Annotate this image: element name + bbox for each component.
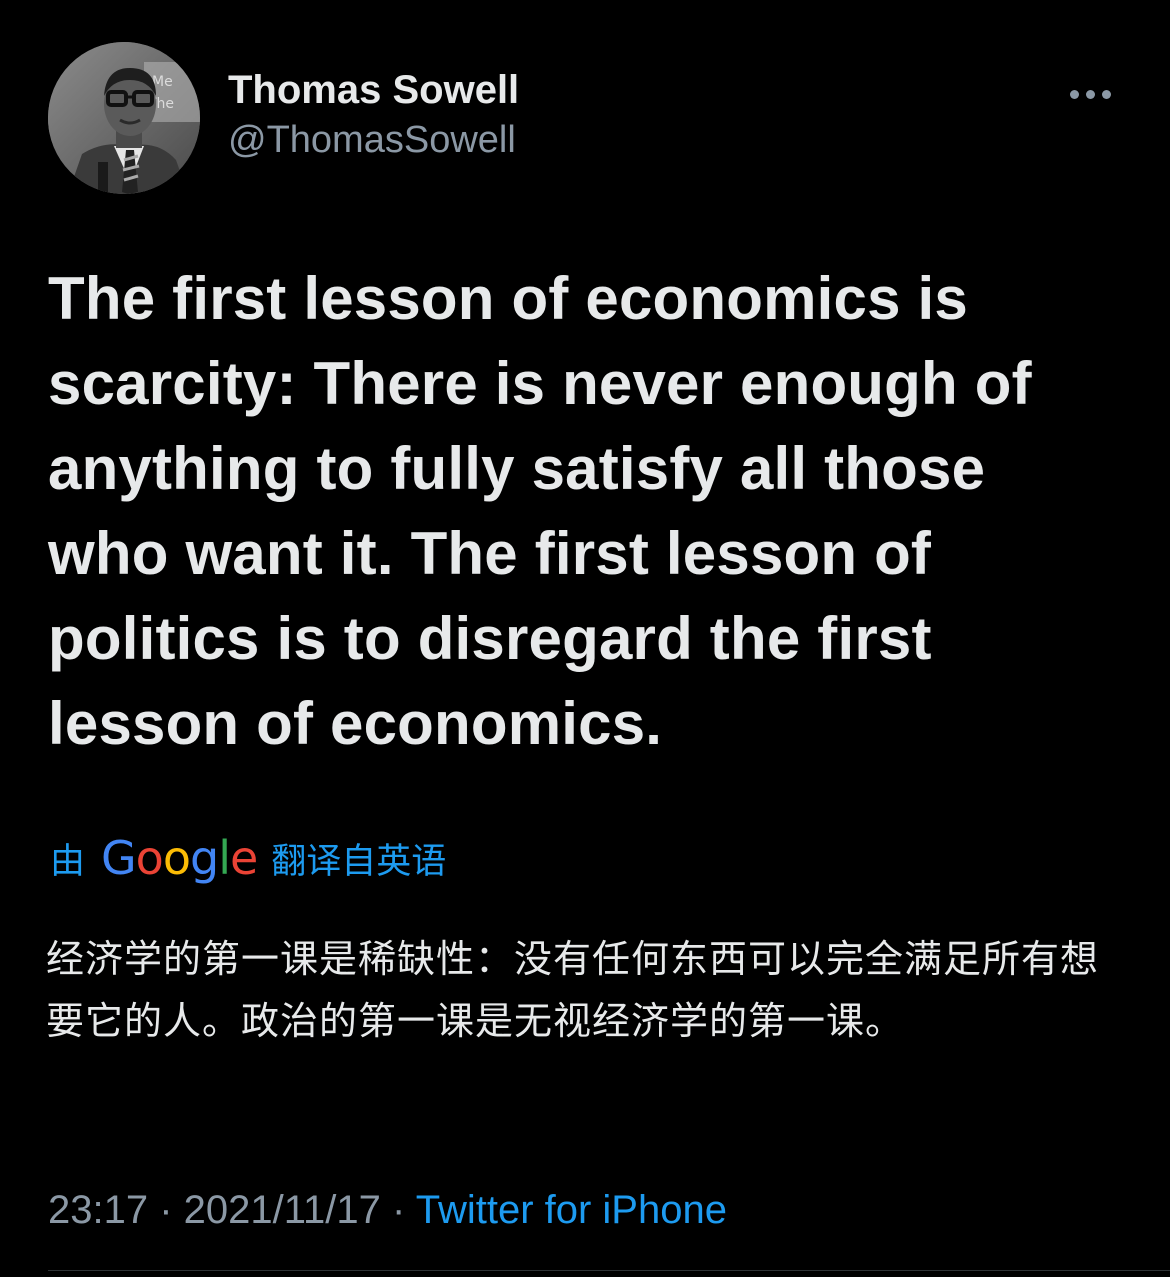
author-names[interactable]: Thomas Sowell @ThomasSowell: [228, 66, 519, 166]
meta-separator: ·: [148, 1188, 184, 1232]
avatar[interactable]: Me The: [48, 42, 200, 194]
translated-by-google[interactable]: 由 Google 翻译自英语: [50, 828, 446, 888]
tweet-meta: 23:17 · 2021/11/17 · Twitter for iPhone: [48, 1180, 727, 1240]
divider: [48, 1270, 1170, 1271]
google-logo: Google: [101, 828, 258, 888]
more-dot: [1086, 90, 1095, 99]
google-logo-letter: e: [229, 831, 258, 885]
display-name[interactable]: Thomas Sowell: [228, 66, 519, 114]
google-logo-letter: G: [101, 831, 137, 885]
tweet: Me The Thomas Sowell @ThomasSowell The f…: [0, 0, 1170, 1277]
google-logo-letter: o: [162, 831, 191, 885]
google-logo-letter: g: [189, 831, 219, 885]
more-horizontal-icon[interactable]: [1070, 86, 1114, 102]
google-logo-letter: o: [135, 831, 164, 885]
avatar-photo: Me The: [48, 42, 200, 194]
google-logo-letter: l: [218, 831, 231, 885]
tweet-time[interactable]: 23:17: [48, 1188, 148, 1232]
tweet-source[interactable]: Twitter for iPhone: [416, 1188, 727, 1232]
translated-prefix: 由: [50, 841, 86, 882]
translated-suffix: 翻译自英语: [271, 841, 447, 882]
meta-separator: ·: [380, 1188, 416, 1232]
user-handle[interactable]: @ThomasSowell: [228, 114, 519, 166]
tweet-header: Me The Thomas Sowell @ThomasSowell: [48, 42, 1128, 194]
tweet-date[interactable]: 2021/11/17: [184, 1188, 381, 1232]
tweet-text: The first lesson of economics is scarcit…: [48, 265, 1032, 757]
translated-text: 经济学的第一课是稀缺性：没有任何东西可以完全满足所有想要它的人。政治的第一课是无…: [46, 937, 1100, 1043]
more-dot: [1070, 90, 1079, 99]
more-dot: [1102, 90, 1111, 99]
